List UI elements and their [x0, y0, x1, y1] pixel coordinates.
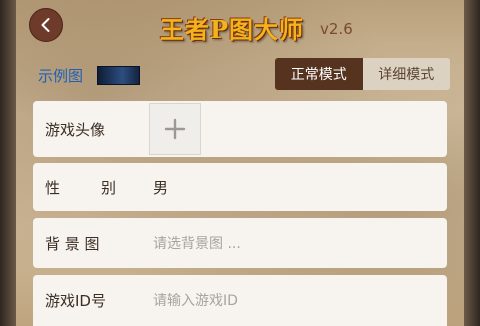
right-frame-border: [464, 0, 480, 326]
detailed-mode-button[interactable]: 详细模式: [362, 58, 450, 90]
example-image-thumbnail[interactable]: [97, 66, 140, 85]
left-frame-border: [0, 0, 16, 326]
game-id-row: 游戏ID号: [33, 275, 447, 326]
version-label: v2.6: [320, 20, 353, 38]
gender-value: 男: [153, 178, 169, 197]
avatar-label: 游戏头像: [45, 120, 106, 139]
gender-row[interactable]: 性 别 男: [33, 163, 447, 211]
normal-mode-button[interactable]: 正常模式: [275, 58, 363, 90]
avatar-upload-button[interactable]: [149, 103, 201, 155]
game-id-label: 游戏ID号: [45, 292, 106, 310]
game-id-input[interactable]: [153, 292, 413, 309]
plus-icon: [164, 118, 186, 140]
background-row[interactable]: 背 景 图 请选背景图 ...: [33, 218, 447, 268]
gender-label-char2: 别: [101, 178, 117, 197]
example-image-link[interactable]: 示例图: [38, 65, 83, 86]
app-title: 王者P图大师: [160, 15, 305, 44]
background-label: 背 景 图: [45, 234, 100, 253]
gender-label-char1: 性: [45, 178, 61, 197]
back-button[interactable]: [29, 8, 63, 42]
background-select-placeholder[interactable]: 请选背景图 ...: [153, 233, 241, 253]
mode-switch: 正常模式 详细模式: [275, 58, 450, 90]
chevron-left-icon: [41, 18, 50, 32]
avatar-row: 游戏头像: [33, 101, 447, 157]
